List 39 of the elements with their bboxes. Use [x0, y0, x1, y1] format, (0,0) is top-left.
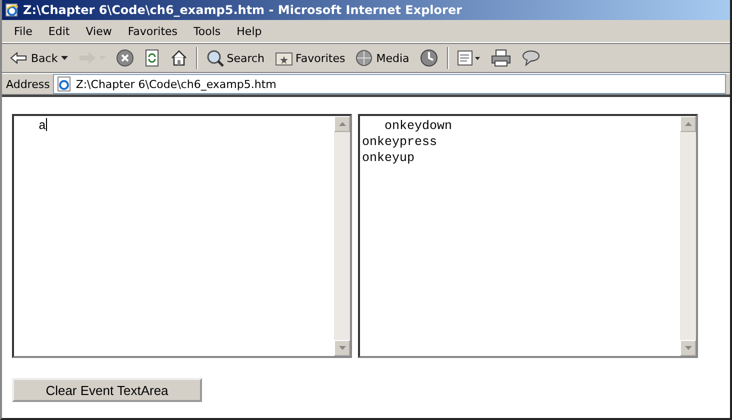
dropdown-caret-icon — [60, 56, 68, 60]
scroll-up-button[interactable] — [680, 116, 696, 132]
menu-item[interactable]: View — [78, 24, 120, 38]
browser-icon — [5, 3, 19, 17]
window-title: Z:\Chapter 6\Code\ch6_examp5.htm - Microsoft Internet Explorer — [23, 3, 462, 17]
refresh-icon — [144, 49, 160, 67]
page-icon — [56, 76, 72, 92]
scrollbar[interactable] — [334, 116, 350, 356]
scroll-down-button[interactable] — [334, 340, 350, 356]
menu-item[interactable]: Edit — [40, 24, 78, 38]
down-triangle-icon — [338, 346, 346, 350]
favorites-button[interactable]: Favorites — [270, 48, 350, 68]
left-arrow-icon — [10, 51, 28, 65]
up-triangle-icon — [684, 122, 692, 126]
history-icon — [419, 48, 440, 68]
menu-item[interactable]: Help — [228, 24, 270, 38]
menu-item[interactable]: Favorites — [120, 24, 186, 38]
scrollbar[interactable] — [680, 116, 696, 356]
globe-icon — [355, 49, 374, 67]
media-button[interactable]: Media — [351, 47, 414, 69]
address-field[interactable]: Z:\Chapter 6\Code\ch6_examp5.htm — [52, 74, 726, 94]
menu-item[interactable]: File — [6, 24, 40, 38]
speech-bubble-icon — [521, 49, 542, 67]
back-button[interactable]: Back — [6, 49, 72, 67]
stop-icon — [116, 49, 134, 67]
printer-icon — [491, 49, 512, 67]
search-icon — [206, 49, 224, 67]
menu-item[interactable]: Tools — [186, 24, 229, 38]
clear-button[interactable]: Clear Event TextArea — [12, 378, 202, 402]
address-label: Address — [6, 78, 50, 90]
up-triangle-icon — [338, 122, 346, 126]
event-log-textarea[interactable]: onkeydown onkeypress onkeyup — [358, 114, 698, 358]
search-button[interactable]: Search — [202, 47, 269, 69]
mail-icon — [457, 49, 482, 67]
scroll-up-button[interactable] — [334, 116, 350, 132]
home-icon — [170, 49, 188, 67]
key-input-textarea[interactable]: a — [12, 114, 352, 358]
down-triangle-icon — [684, 346, 692, 350]
scroll-down-button[interactable] — [680, 340, 696, 356]
